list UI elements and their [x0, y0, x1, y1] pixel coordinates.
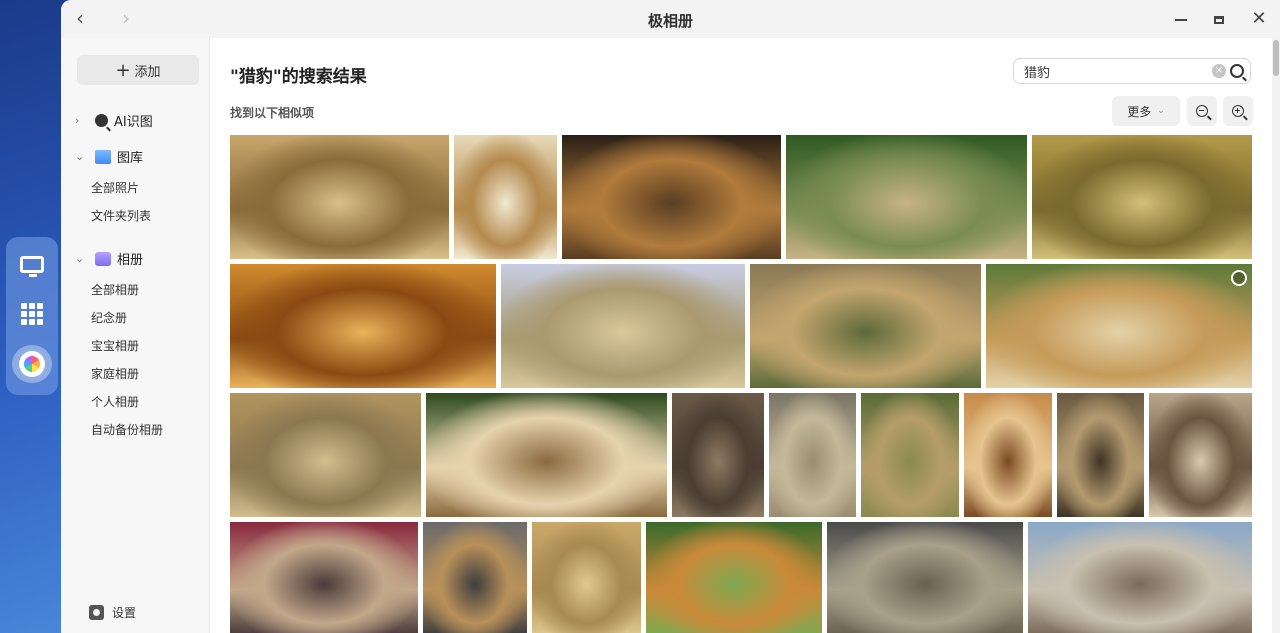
photo-thumbnail-cheetah-walking-savanna[interactable]	[1032, 135, 1252, 259]
photo-thumbnail-cheetah-standing-grass[interactable]	[786, 135, 1027, 259]
sidebar-section-album[interactable]: ⌄ 相册	[75, 249, 143, 268]
photo-thumbnail-cheetah-cub-fluffy[interactable]	[769, 393, 856, 517]
sidebar-section-gallery[interactable]: ⌄ 图库	[75, 147, 143, 166]
desktop-dock	[6, 237, 58, 395]
sidebar-item-folder-list[interactable]: 文件夹列表	[91, 207, 151, 224]
photo-grid	[230, 135, 1252, 633]
photo-thumbnail-gecko-on-branch[interactable]	[827, 522, 1023, 633]
search-box[interactable]: ×	[1013, 58, 1251, 84]
sidebar-item-baby[interactable]: 宝宝相册	[91, 337, 139, 354]
photo-thumbnail-cheetah-snarling[interactable]	[426, 393, 667, 517]
photo-thumbnail-cheetah-cubs-branch[interactable]	[1149, 393, 1252, 517]
zoom-in-icon	[1232, 105, 1244, 117]
ai-search-icon	[95, 114, 108, 127]
scrollbar-thumb[interactable]	[1273, 40, 1279, 76]
photo-thumbnail-cheetah-cub-sitting[interactable]	[1057, 393, 1144, 517]
results-subtitle: 找到以下相似项	[230, 106, 315, 120]
photo-thumbnail-cheetah-golden-walk[interactable]	[230, 264, 496, 388]
sidebar-section-label: 图库	[117, 151, 144, 166]
photo-thumbnail-spotted-deer-forest[interactable]	[646, 522, 822, 633]
photo-thumbnail-cheetah-cub-field[interactable]	[532, 522, 641, 633]
photo-app-icon[interactable]	[12, 345, 52, 383]
sidebar-item-family[interactable]: 家庭相册	[91, 365, 139, 382]
photo-thumbnail-tiger-plush-room[interactable]	[423, 522, 527, 633]
photo-thumbnail-cheetah-face-closeup[interactable]	[562, 135, 781, 259]
chevron-down-icon: ⌄	[1157, 106, 1165, 116]
chevron-down-icon: ⌄	[75, 150, 85, 163]
sidebar-item-personal[interactable]: 个人相册	[91, 393, 139, 410]
sidebar: + 添加 › AI识图 ⌄ 图库 全部照片 文件夹列表 ⌄ 相册 全部相册 纪念…	[61, 38, 210, 633]
scrollbar[interactable]	[1272, 38, 1280, 633]
chevron-right-icon: ›	[75, 114, 80, 127]
sidebar-section-label: 相册	[117, 253, 144, 268]
search-icon[interactable]	[1230, 64, 1244, 78]
photo-thumbnail-cheetah-cub-lying[interactable]	[750, 264, 981, 388]
sidebar-section-label: AI识图	[114, 115, 153, 130]
photo-thumbnail-cheetah-portrait[interactable]	[454, 135, 557, 259]
gear-icon	[89, 605, 104, 620]
settings-label: 设置	[112, 606, 137, 620]
photo-thumbnail-cheetah-cubs-dirt[interactable]	[672, 393, 764, 517]
add-label: 添加	[134, 64, 161, 80]
window-title: 极相册	[647, 12, 693, 30]
title-bar: ‹ › 极相册 ✕	[61, 0, 1280, 39]
photo-thumbnail-cheetah-cub-walking[interactable]	[230, 393, 421, 517]
photo-thumbnail-cheetah-face-blur[interactable]	[986, 264, 1252, 388]
select-checkbox[interactable]	[1231, 270, 1247, 286]
album-icon	[95, 251, 111, 266]
search-input[interactable]	[1022, 62, 1206, 80]
gallery-icon	[95, 149, 111, 164]
sidebar-item-memorial[interactable]: 纪念册	[91, 309, 127, 326]
chevron-down-icon: ⌄	[75, 252, 85, 265]
photo-thumbnail-running-cheetah[interactable]	[230, 135, 449, 259]
zoom-out-button[interactable]	[1187, 96, 1217, 126]
add-button[interactable]: + 添加	[77, 55, 199, 85]
clear-icon[interactable]: ×	[1212, 64, 1226, 78]
main-content: "猎豹"的搜索结果 找到以下相似项 × 更多 ⌄	[210, 38, 1280, 633]
sidebar-section-ai[interactable]: › AI识图	[75, 111, 153, 130]
app-window: ‹ › 极相册 ✕ + 添加 › AI识图 ⌄ 图库 全部照片 文件夹列表 ⌄ …	[61, 0, 1280, 633]
more-label: 更多	[1127, 104, 1152, 119]
page-title: "猎豹"的搜索结果	[230, 67, 367, 87]
settings-button[interactable]: 设置	[89, 604, 136, 621]
minimize-icon[interactable]	[1171, 9, 1191, 29]
app-launcher-icon[interactable]	[12, 295, 52, 333]
maximize-icon[interactable]	[1209, 9, 1229, 29]
photo-thumbnail-cheetah-cub-calling[interactable]	[964, 393, 1052, 517]
zoom-in-button[interactable]	[1223, 96, 1253, 126]
desktop-icon[interactable]	[12, 245, 52, 283]
sidebar-item-auto-backup[interactable]: 自动备份相册	[91, 421, 163, 438]
photo-thumbnail-snow-leopard[interactable]	[1028, 522, 1252, 633]
photo-thumbnail-cheetah-cub-grass[interactable]	[861, 393, 959, 517]
photo-thumbnail-cheetah-cubs-held[interactable]	[230, 522, 418, 633]
sidebar-item-all-photos[interactable]: 全部照片	[91, 179, 139, 196]
photo-thumbnail-cheetah-mother-cub[interactable]	[501, 264, 745, 388]
close-icon[interactable]: ✕	[1249, 9, 1269, 29]
zoom-out-icon	[1196, 105, 1208, 117]
plus-icon: +	[115, 59, 131, 81]
sidebar-item-all-albums[interactable]: 全部相册	[91, 281, 139, 298]
more-button[interactable]: 更多 ⌄	[1112, 96, 1180, 126]
